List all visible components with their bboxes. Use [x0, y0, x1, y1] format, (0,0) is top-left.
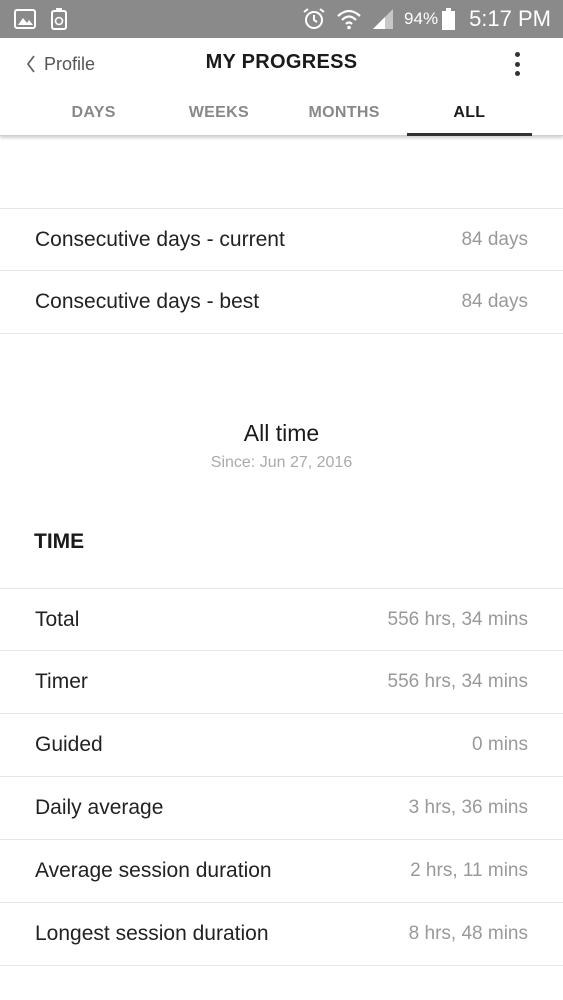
- row-label: Average session duration: [35, 859, 272, 882]
- row-value: 84 days: [461, 228, 528, 250]
- app-header: Profile MY PROGRESS DAYS WEEKS MONTHS AL…: [0, 38, 563, 136]
- time-row-guided: Guided 0 mins: [0, 714, 563, 777]
- row-label: Timer: [35, 670, 88, 693]
- row-label: Consecutive days - current: [35, 227, 285, 251]
- row-value: 3 hrs, 36 mins: [408, 797, 528, 818]
- time-row-total: Total 556 hrs, 34 mins: [0, 588, 563, 651]
- image-icon: [14, 9, 36, 29]
- more-options-icon[interactable]: [509, 50, 525, 78]
- row-label: Total: [35, 607, 80, 631]
- row-value: 0 mins: [472, 734, 528, 755]
- status-left-icons: [14, 8, 82, 30]
- row-label: Guided: [35, 733, 103, 756]
- time-row-average-session: Average session duration 2 hrs, 11 mins: [0, 840, 563, 903]
- row-value: 556 hrs, 34 mins: [387, 608, 528, 630]
- tab-weeks[interactable]: WEEKS: [156, 98, 281, 136]
- battery-icon: [442, 8, 456, 30]
- all-time-since: Since: Jun 27, 2016: [210, 454, 353, 471]
- streak-row-current: Consecutive days - current 84 days: [0, 208, 563, 271]
- row-label: Longest session duration: [35, 922, 269, 945]
- recycle-icon: [50, 8, 68, 30]
- all-time-title: All time: [243, 420, 320, 446]
- time-row-daily-average: Daily average 3 hrs, 36 mins: [0, 777, 563, 840]
- row-label: Consecutive days - best: [35, 290, 260, 313]
- tab-days[interactable]: DAYS: [31, 98, 156, 136]
- signal-icon: [372, 8, 394, 30]
- row-value: 2 hrs, 11 mins: [410, 860, 528, 881]
- time-row-timer: Timer 556 hrs, 34 mins: [0, 651, 563, 714]
- page-title: MY PROGRESS: [205, 51, 358, 73]
- period-tabs: DAYS WEEKS MONTHS ALL: [31, 98, 533, 136]
- time-section-heading: TIME: [34, 530, 85, 553]
- tab-months[interactable]: MONTHS: [282, 98, 407, 136]
- status-time: 5:17 PM: [469, 6, 551, 31]
- time-row-longest-session: Longest session duration 8 hrs, 48 mins: [0, 903, 563, 966]
- row-value: 8 hrs, 48 mins: [408, 923, 528, 944]
- status-right-icons: 94% 5:17 PM: [292, 6, 551, 32]
- tab-all[interactable]: ALL: [406, 98, 533, 136]
- status-bar: 94% 5:17 PM: [0, 0, 563, 38]
- alarm-icon: [302, 7, 326, 31]
- wifi-icon: [336, 8, 362, 30]
- row-value: 556 hrs, 34 mins: [387, 671, 528, 692]
- streak-row-best: Consecutive days - best 84 days: [0, 271, 563, 334]
- battery-percent: 94%: [404, 9, 439, 28]
- row-value: 84 days: [461, 291, 528, 312]
- row-label: Daily average: [35, 796, 164, 819]
